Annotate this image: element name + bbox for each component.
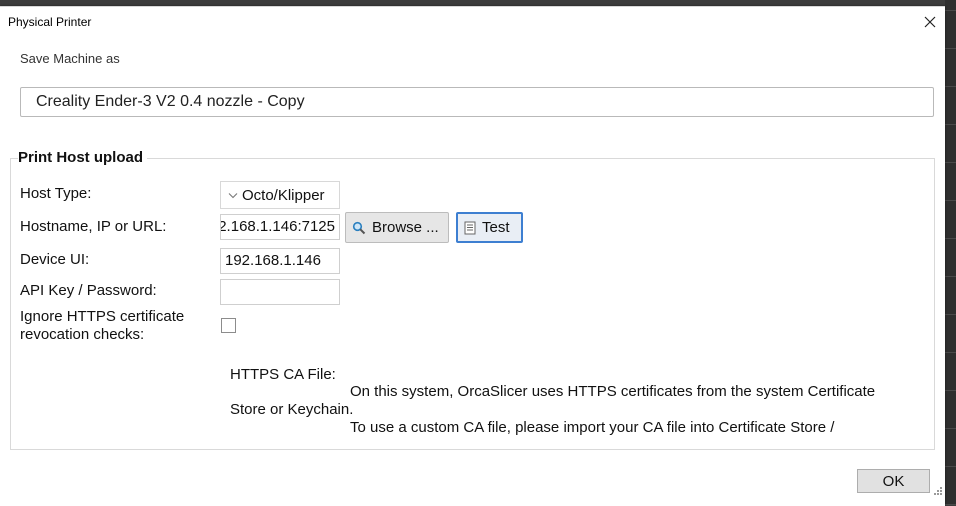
- ca-info-line2: Store or Keychain.: [230, 401, 354, 418]
- hostname-value: 2.168.1.146:7125: [220, 218, 335, 235]
- host-type-value: Octo/Klipper: [242, 186, 325, 204]
- hostname-label: Hostname, IP or URL:: [20, 218, 167, 235]
- close-button[interactable]: [918, 11, 942, 33]
- browse-button[interactable]: Browse ...: [345, 212, 449, 243]
- dialog-title: Physical Printer: [8, 15, 92, 29]
- ok-button[interactable]: OK: [857, 469, 930, 493]
- print-host-upload-legend: Print Host upload: [18, 149, 147, 166]
- api-key-input[interactable]: [220, 279, 340, 305]
- print-host-upload-group: [10, 158, 935, 450]
- close-icon: [924, 16, 936, 28]
- https-ca-file-label: HTTPS CA File:: [230, 366, 336, 383]
- search-icon: [352, 221, 366, 234]
- device-ui-label: Device UI:: [20, 251, 90, 268]
- device-ui-input[interactable]: 192.168.1.146: [220, 248, 340, 274]
- api-key-label: API Key / Password:: [20, 282, 157, 299]
- save-machine-label: Save Machine as: [20, 51, 120, 66]
- host-type-label: Host Type:: [20, 185, 92, 202]
- ignore-https-label-line2: revocation checks:: [20, 326, 145, 343]
- hostname-input[interactable]: 2.168.1.146:7125: [220, 214, 340, 240]
- ignore-https-label-line1: Ignore HTTPS certificate: [20, 308, 185, 325]
- chevron-down-icon: [228, 193, 238, 199]
- ca-info-line3: To use a custom CA file, please import y…: [350, 419, 835, 436]
- ignore-https-checkbox[interactable]: [221, 318, 236, 333]
- background-canvas-strip: [945, 0, 956, 505]
- test-label: Test: [482, 219, 510, 236]
- host-type-select[interactable]: Octo/Klipper: [220, 181, 340, 209]
- machine-name-input[interactable]: [20, 87, 934, 117]
- ca-info-line1: On this system, OrcaSlicer uses HTTPS ce…: [350, 383, 876, 400]
- document-icon: [464, 221, 476, 234]
- browse-label: Browse ...: [372, 219, 439, 236]
- resize-grip-icon[interactable]: [931, 484, 943, 496]
- device-ui-value: 192.168.1.146: [225, 252, 321, 269]
- test-button[interactable]: Test: [456, 212, 523, 243]
